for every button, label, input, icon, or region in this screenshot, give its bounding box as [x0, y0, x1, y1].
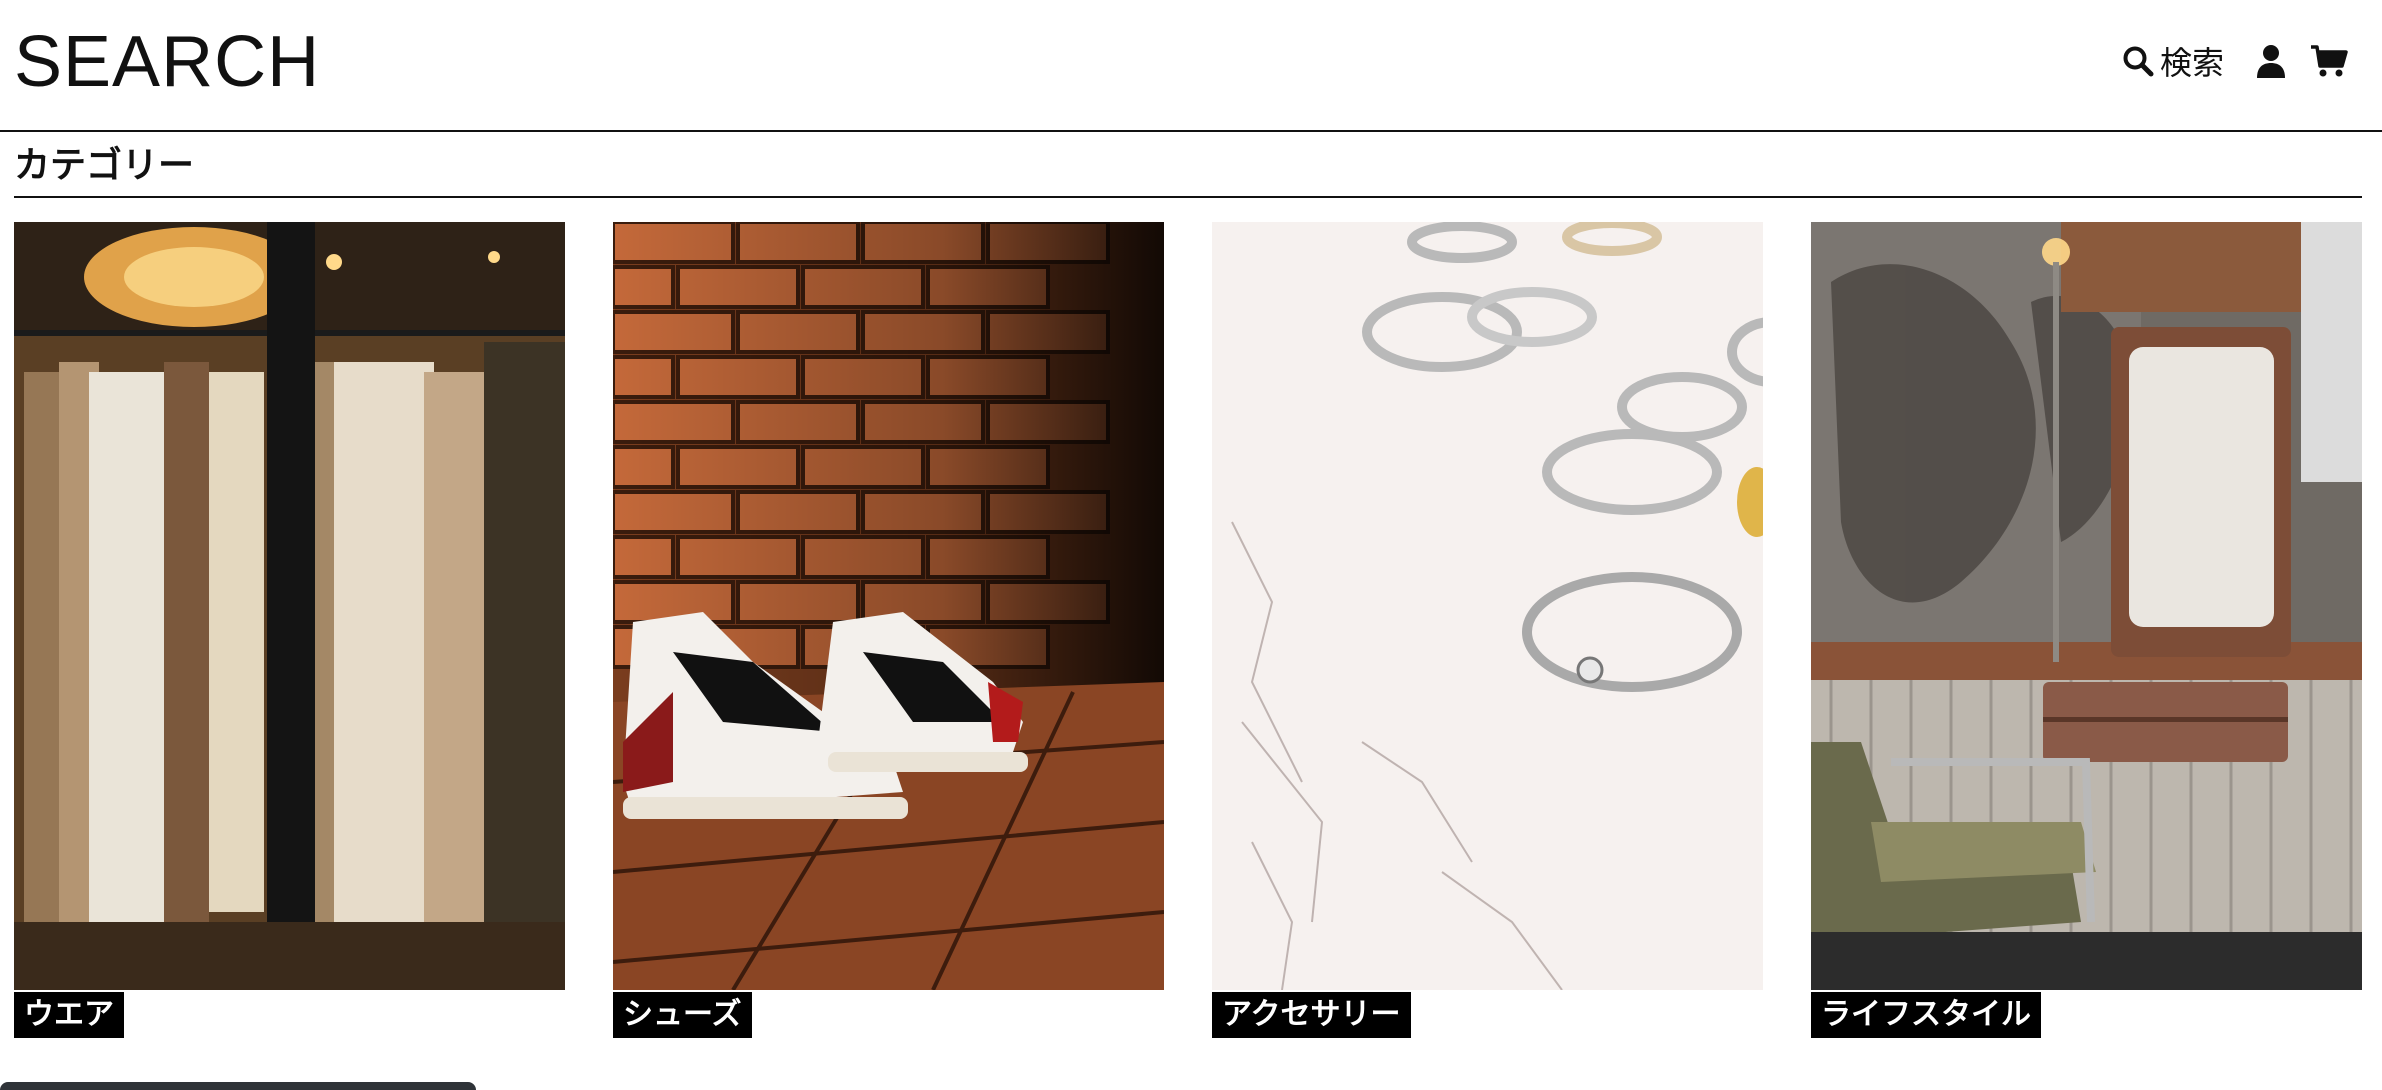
site-logo[interactable]: SEARCH	[14, 22, 320, 102]
category-heading: カテゴリー	[14, 145, 195, 186]
category-divider	[14, 196, 2362, 198]
cart-icon[interactable]	[2310, 44, 2348, 78]
search-label: 検索	[2159, 44, 2224, 82]
bottom-scroll-bar[interactable]	[0, 1082, 476, 1090]
category-card-accessories[interactable]: アクセサリー	[1212, 222, 1763, 1042]
category-card-wear[interactable]: ウエア	[14, 222, 565, 1042]
category-card-lifestyle[interactable]: ライフスタイル	[1811, 222, 2362, 1042]
search-link[interactable]: 検索	[2122, 38, 2224, 84]
user-icon[interactable]	[2256, 44, 2286, 78]
category-label: ウエア	[14, 992, 124, 1038]
page: SEARCH 検索 カテゴリー ウエア シューズ アクセサリー ライフスタイル	[0, 0, 2382, 1090]
category-label: シューズ	[613, 992, 752, 1038]
silver-rings-photo	[1212, 222, 1763, 990]
category-label: ライフスタイル	[1811, 992, 2041, 1038]
vintage-interior-photo	[1811, 222, 2362, 990]
category-grid: ウエア シューズ アクセサリー ライフスタイル	[14, 222, 2362, 1042]
category-card-shoes[interactable]: シューズ	[613, 222, 1164, 1042]
sneakers-brick-wall-photo	[613, 222, 1164, 990]
category-label: アクセサリー	[1212, 992, 1411, 1038]
search-icon	[2122, 45, 2154, 77]
header-nav: 検索	[2122, 38, 2348, 84]
site-header: SEARCH 検索	[0, 0, 2382, 132]
clothing-rack-photo	[14, 222, 565, 990]
